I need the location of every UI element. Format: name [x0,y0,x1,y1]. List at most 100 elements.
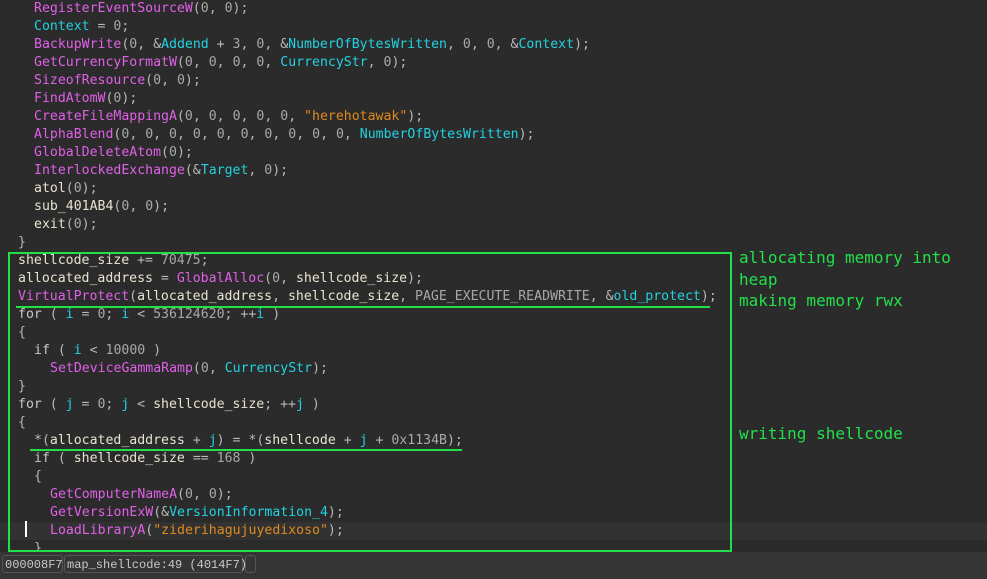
token-num: 0 [208,55,217,70]
code-text: } [18,234,26,252]
token-punc: ( [192,1,201,16]
token-num: 0 [153,73,162,88]
code-text: BackupWrite(0, &Addend + 3, 0, &NumberOf… [34,36,590,54]
token-num: 0 [462,37,471,52]
token-gvar[interactable]: NumberOfBytesWritten [288,37,447,52]
token-num: 3 [232,37,241,52]
token-num: 0 [486,37,495,52]
code-line[interactable]: GlobalDeleteAtom(0); [0,144,987,162]
token-func[interactable]: AlphaBlend [34,127,113,142]
code-line[interactable]: atol(0); [0,180,987,198]
token-punc: , [192,55,209,70]
token-func[interactable]: CreateFileMappingA [34,109,177,124]
token-punc: ( [161,145,169,160]
token-punc: , [200,127,217,142]
token-punc: , [216,55,233,70]
token-num: 0 [224,1,233,16]
token-text: exit [34,217,66,232]
token-punc: , [446,37,463,52]
annotation-allocating-memory: allocating memory into heap [739,248,951,289]
code-line[interactable]: Context = 0; [0,18,987,36]
token-punc: } [18,235,26,250]
token-punc: , [224,127,241,142]
token-punc: , [240,37,257,52]
code-line[interactable]: AlphaBlend(0, 0, 0, 0, 0, 0, 0, 0, 0, 0,… [0,126,987,144]
code-line[interactable]: GetCurrencyFormatW(0, 0, 0, 0, CurrencyS… [0,54,987,72]
token-gvar[interactable]: Context [518,37,574,52]
token-punc: ); [176,145,193,160]
token-punc: ( [145,73,154,88]
token-punc: , [470,37,487,52]
token-punc: ); [153,199,170,214]
token-func[interactable]: BackupWrite [34,37,121,52]
token-gvar[interactable]: Context [34,19,90,34]
token-func[interactable]: GetCurrencyFormatW [34,55,177,70]
token-str: "herehotawak" [304,109,408,124]
code-text: sub_401AB4(0, 0); [34,198,169,216]
code-text: CreateFileMappingA(0, 0, 0, 0, 0, "hereh… [34,108,423,126]
token-gvar[interactable]: Target [201,163,249,178]
token-text: sub_401AB4 [34,199,114,214]
token-punc: , [192,109,209,124]
token-punc: ( [176,55,185,70]
token-func[interactable]: GlobalDeleteAtom [34,145,161,160]
token-punc: , & [494,37,519,52]
token-num: 0 [216,127,225,142]
token-punc: , [248,163,265,178]
code-line[interactable]: exit(0); [0,216,987,234]
code-text: RegisterEventSourceW(0, 0); [34,0,248,18]
code-line[interactable]: RegisterEventSourceW(0, 0); [0,0,987,18]
token-punc: , [208,1,225,16]
token-punc: , [296,127,313,142]
token-punc: ); [272,163,289,178]
status-location: map_shellcode:49 (4014F7) [64,555,247,573]
token-punc: ); [407,109,424,124]
token-text: atol [34,181,66,196]
token-punc: , [240,109,257,124]
token-punc: = [89,19,114,34]
token-gvar[interactable]: Addend [161,37,209,52]
token-num: 0 [176,73,185,88]
token-gvar[interactable]: NumberOfBytesWritten [360,127,519,142]
token-punc: ); [232,1,249,16]
token-gvar[interactable]: CurrencyStr [280,55,367,70]
token-punc: + [208,37,233,52]
code-line[interactable]: CreateFileMappingA(0, 0, 0, 0, 0, "hereh… [0,108,987,126]
code-text: exit(0); [34,216,98,234]
token-punc: ( [65,217,74,232]
token-punc: , [129,127,146,142]
token-punc: , [343,127,360,142]
annotation-making-memory-rwx: making memory rwx [739,291,903,310]
code-text: GlobalDeleteAtom(0); [34,144,193,162]
annotation-writing-shellcode: writing shellcode [739,424,903,443]
code-text: FindAtomW(0); [34,90,137,108]
token-punc: , [177,127,193,142]
token-punc: , & [137,37,162,52]
token-num: 0 [192,127,201,142]
code-line[interactable]: sub_401AB4(0, 0); [0,198,987,216]
token-punc: ); [574,37,590,52]
token-func[interactable]: SizeofResource [34,73,145,88]
code-text: AlphaBlend(0, 0, 0, 0, 0, 0, 0, 0, 0, 0,… [34,126,534,144]
token-punc: , [240,55,257,70]
status-offset: 000008F7 [2,555,63,573]
shellcode-write-underline [30,449,462,451]
token-punc: ); [518,127,535,142]
token-func[interactable]: RegisterEventSourceW [34,1,193,16]
token-num: 0 [145,127,154,142]
token-func[interactable]: FindAtomW [34,91,105,106]
code-text: atol(0); [34,180,98,198]
token-punc: ( [65,181,74,196]
code-line[interactable]: SizeofResource(0, 0); [0,72,987,90]
status-bar: 000008F7 map_shellcode:49 (4014F7) [0,552,987,579]
status-extra [245,555,256,573]
code-line[interactable]: InterlockedExchange(&Target, 0); [0,162,987,180]
token-num: 0 [232,55,241,70]
code-line[interactable]: FindAtomW(0); [0,90,987,108]
annotation-highlight-box [8,252,732,552]
token-func[interactable]: InterlockedExchange [34,163,185,178]
token-punc: , [129,199,146,214]
token-punc: , [264,55,281,70]
token-punc: , & [264,37,289,52]
code-line[interactable]: BackupWrite(0, &Addend + 3, 0, &NumberOf… [0,36,987,54]
